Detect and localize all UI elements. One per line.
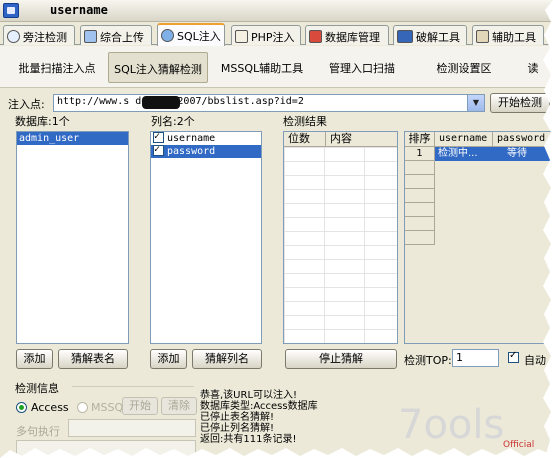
table-cell[interactable]: 检测中... [435,147,493,161]
subtab-mssql-tools[interactable]: MSSQL辅助工具 [212,52,312,83]
column-list[interactable]: username password [150,131,262,344]
logo-text: 7ools [398,402,504,448]
subtab-admin-scan[interactable]: 管理入口扫描 [316,52,408,83]
column-header: password [493,132,552,147]
database-add-button[interactable]: 添加 [16,349,53,369]
main-tab-bar: 旁注检测 综合上传 SQL注入 PHP注入 数据库管理 破解工具 辅助工具 [0,23,553,46]
log-line: 已停止表名猜解! [200,412,275,423]
list-item[interactable]: username [151,132,261,145]
multi-exec-label: 多句执行 [16,425,60,438]
upload-icon [84,30,97,43]
title-bar: username [0,0,553,22]
tools-icon [476,30,489,43]
log-line: 数据库类型:Access数据库 [200,401,318,412]
log-line: 已停止列名猜解! [200,423,275,434]
access-radio[interactable] [16,402,27,413]
app-icon [3,3,19,18]
grid-lines [284,147,397,343]
tab-upload[interactable]: 综合上传 [80,25,152,45]
column-header: username [435,132,493,147]
log-output: 恭喜,该URL可以注入! 数据库类型:Access数据库 已停止表名猜解! 已停… [200,390,390,445]
guess-columns-button[interactable]: 猜解列名 [192,349,262,369]
tab-db-manager[interactable]: 数据库管理 [305,25,389,45]
column-header: 内容 [326,132,397,147]
row-header: 1 [405,147,435,161]
app-window: username 旁注检测 综合上传 SQL注入 PHP注入 数据库管理 破解工… [0,0,553,458]
detect-info-title: 检测信息 [15,382,59,395]
sub-tab-bar: 批量扫描注入点 SQL注入猜解检测 MSSQL辅助工具 管理入口扫描 检测设置区… [0,46,553,88]
injection-label: 注入点: [8,98,45,111]
row-header [405,161,435,175]
window-title: username [50,3,108,17]
data-grid[interactable]: 排序 username password 1 检测中... 等待 [404,131,553,344]
results-grid[interactable]: 位数 内容 [283,131,398,344]
column-add-button[interactable]: 添加 [150,349,187,369]
guess-tables-button[interactable]: 猜解表名 [58,349,128,369]
column-panel-title: 列名:2个 [151,115,195,128]
log-line: 恭喜,该URL可以注入! [200,390,298,401]
mssql-radio[interactable] [77,402,88,413]
redaction-mask [142,96,180,109]
row-header [405,175,435,189]
tab-php-injection[interactable]: PHP注入 [231,25,301,45]
subtab-sql-guess[interactable]: SQL注入猜解检测 [108,52,208,83]
auto-label: 自动 [524,354,546,367]
subtab-settings[interactable]: 检测设置区 [420,52,508,83]
database-icon [309,30,322,43]
row-header [405,189,435,203]
crack-icon [397,30,413,43]
php-icon [235,30,248,43]
search-icon [7,30,20,43]
results-title: 检测结果 [283,115,327,128]
database-list[interactable]: admin_user [16,131,129,344]
top-value-input[interactable]: 1 [452,349,499,367]
tab-sql-injection[interactable]: SQL注入 [157,23,225,46]
column-header: 位数 [284,132,326,147]
top-label: 检测TOP: [404,354,452,367]
checkbox[interactable] [153,132,164,143]
exec-button[interactable]: 开始 [122,397,158,415]
auto-checkbox[interactable] [508,350,519,363]
row-header [405,217,435,231]
list-item[interactable]: admin_user [17,132,128,145]
injection-url-input[interactable]: http://www.s de.net/2007/bbslist.asp?id=… [53,94,485,112]
column-header: 排序 [405,132,435,147]
watermark: Official [503,440,535,450]
tab-aux-tools[interactable]: 辅助工具 [472,25,544,45]
log-line: 返回:共有111条记录! [200,434,297,445]
table-cell[interactable]: 等待 [493,147,552,161]
row-header [405,231,435,245]
clear-button[interactable]: 清除 [161,397,197,415]
access-label: Access [31,401,69,414]
tab-side-detect[interactable]: 旁注检测 [3,25,75,45]
multi-exec-input[interactable] [68,419,196,437]
database-panel-title: 数据库:1个 [15,115,70,128]
stop-guess-button[interactable]: 停止猜解 [285,349,397,369]
tab-crack-tools[interactable]: 破解工具 [393,25,467,45]
group-divider [72,386,194,387]
subtab-read[interactable]: 读 [518,52,548,83]
url-dropdown-button[interactable]: ▼ [467,95,484,111]
sql-icon [161,29,174,42]
start-detect-button[interactable]: 开始检测 [490,93,550,113]
row-header [405,203,435,217]
subtab-batch-scan[interactable]: 批量扫描注入点 [8,52,106,83]
list-item[interactable]: password [151,143,261,158]
extra-input[interactable] [16,440,196,458]
checkbox[interactable] [153,143,164,156]
